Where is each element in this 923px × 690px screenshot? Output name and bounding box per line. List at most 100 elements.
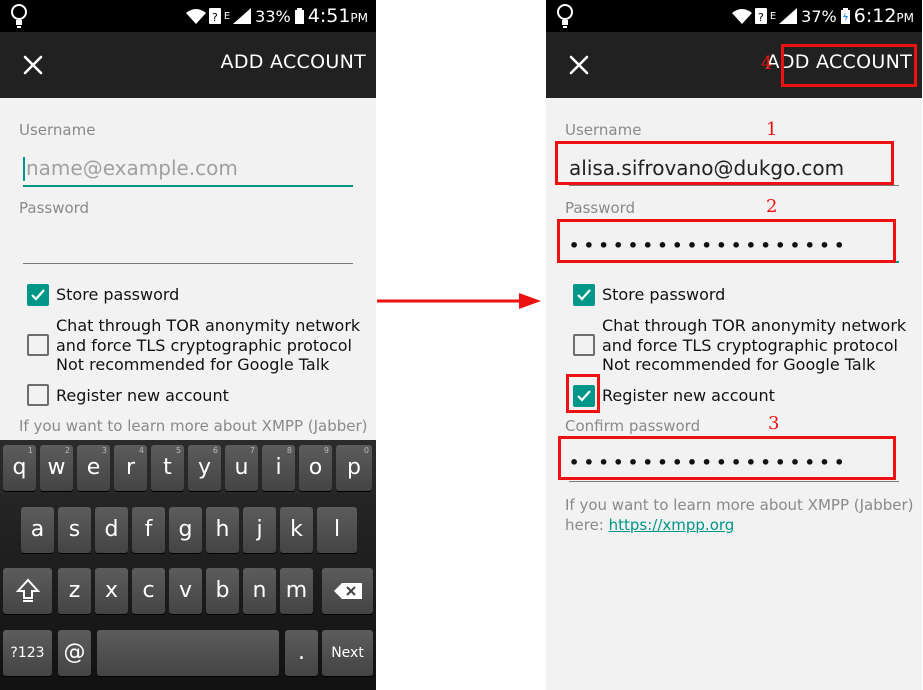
username-label: Username <box>565 121 642 139</box>
key-r[interactable]: r4 <box>114 445 147 491</box>
key-f[interactable]: f <box>132 507 165 553</box>
key-i[interactable]: i8 <box>262 445 295 491</box>
key-m[interactable]: m <box>280 568 313 614</box>
annotation-number-2: 2 <box>766 196 778 217</box>
phone-screen-before: ? E 33% 4:51PM ADD ACCOUNT Username name… <box>0 0 376 690</box>
battery-icon <box>294 8 304 24</box>
key-z[interactable]: z <box>58 568 91 614</box>
close-icon[interactable] <box>20 52 46 78</box>
sim-unknown-icon: ? <box>208 8 221 24</box>
key-q[interactable]: q1 <box>3 445 36 491</box>
key-k[interactable]: k <box>280 507 313 553</box>
wifi-icon <box>731 9 752 24</box>
register-checkbox[interactable] <box>27 384 49 406</box>
next-key[interactable]: Next <box>322 630 373 676</box>
battery-charging-icon <box>840 8 850 24</box>
space-key[interactable] <box>97 630 279 676</box>
annotation-box-confirm <box>558 436 896 480</box>
password-label: Password <box>565 199 636 217</box>
annotation-number-3: 3 <box>768 413 780 434</box>
annotation-box-password <box>557 219 896 263</box>
clock: 6:12PM <box>853 5 914 27</box>
checkmark-icon <box>577 289 591 301</box>
at-key[interactable]: @ <box>58 630 91 676</box>
key-y[interactable]: y6 <box>188 445 221 491</box>
phone-screen-after: ? E 37% 6:12PM ADD ACCOUNT Username alis… <box>546 0 922 690</box>
register-label: Register new account <box>602 386 775 405</box>
shift-key[interactable] <box>3 568 52 614</box>
shift-icon <box>15 578 40 602</box>
register-label: Register new account <box>56 386 229 405</box>
key-w[interactable]: w2 <box>40 445 73 491</box>
xmpp-info-text: If you want to learn more about XMPP (Ja… <box>565 496 914 514</box>
backspace-icon <box>333 583 362 599</box>
tor-label-line2: and force TLS cryptographic protocol <box>56 336 352 355</box>
tor-label-line3: Not recommended for Google Talk <box>602 355 876 374</box>
close-icon[interactable] <box>566 52 592 78</box>
symbols-key[interactable]: ?123 <box>3 630 52 676</box>
soft-keyboard: q1 w2 e3 r4 t5 y6 u7 i8 o9 p0 a s d f g … <box>0 440 376 690</box>
key-l[interactable]: l <box>317 507 357 553</box>
key-b[interactable]: b <box>206 568 239 614</box>
keyboard-row-4: ?123 @ . Next <box>0 630 376 680</box>
key-g[interactable]: g <box>169 507 202 553</box>
key-s[interactable]: s <box>58 507 91 553</box>
annotation-number-1: 1 <box>766 119 778 140</box>
svg-text:?: ? <box>212 11 218 24</box>
password-field[interactable] <box>23 263 353 264</box>
store-password-label: Store password <box>56 285 180 304</box>
signal-icon <box>233 8 252 24</box>
key-j[interactable]: j <box>243 507 276 553</box>
backspace-key[interactable] <box>322 568 373 614</box>
key-x[interactable]: x <box>95 568 128 614</box>
key-t[interactable]: t5 <box>151 445 184 491</box>
username-field[interactable]: name@example.com <box>26 156 238 180</box>
add-account-button[interactable]: ADD ACCOUNT <box>221 51 366 73</box>
period-key[interactable]: . <box>285 630 318 676</box>
arrow-right-icon <box>377 293 541 309</box>
annotation-box-add-account <box>781 44 917 87</box>
store-password-checkbox[interactable] <box>573 284 595 306</box>
xmpp-link[interactable]: https://xmpp.org <box>609 516 735 534</box>
store-password-checkbox[interactable] <box>27 284 49 306</box>
password-label: Password <box>19 199 90 217</box>
confirm-password-underline <box>569 481 899 482</box>
key-n[interactable]: n <box>243 568 276 614</box>
lightbulb-icon <box>557 4 573 28</box>
annotation-box-username <box>555 141 894 185</box>
edge-network-icon: E <box>769 10 777 22</box>
username-underline <box>569 185 899 186</box>
xmpp-info-here: here: <box>565 516 609 534</box>
username-underline <box>23 185 353 187</box>
wifi-icon <box>185 9 206 24</box>
tor-checkbox[interactable] <box>573 334 595 356</box>
xmpp-info-note: If you want to learn more about XMPP (Ja… <box>19 417 368 435</box>
clock: 4:51PM <box>307 5 368 27</box>
svg-text:?: ? <box>758 11 764 24</box>
key-d[interactable]: d <box>95 507 128 553</box>
battery-percent: 37% <box>801 6 837 26</box>
text-cursor <box>23 157 25 181</box>
checkmark-icon <box>31 289 45 301</box>
battery-percent: 33% <box>255 6 291 26</box>
status-bar: ? E 33% 4:51PM <box>0 0 376 32</box>
tor-label-line3: Not recommended for Google Talk <box>56 355 330 374</box>
key-v[interactable]: v <box>169 568 202 614</box>
xmpp-info-note: If you want to learn more about XMPP (Ja… <box>565 495 914 535</box>
tor-label-line1: Chat through TOR anonymity network <box>602 316 907 335</box>
username-label: Username <box>19 121 96 139</box>
confirm-password-label: Confirm password <box>565 417 701 435</box>
key-c[interactable]: c <box>132 568 165 614</box>
status-bar: ? E 37% 6:12PM <box>546 0 922 32</box>
tor-label-line2: and force TLS cryptographic protocol <box>602 336 898 355</box>
key-a[interactable]: a <box>21 507 54 553</box>
tor-checkbox[interactable] <box>27 334 49 356</box>
annotation-box-register <box>566 374 600 413</box>
key-u[interactable]: u7 <box>225 445 258 491</box>
key-h[interactable]: h <box>206 507 239 553</box>
key-e[interactable]: e3 <box>77 445 110 491</box>
key-p[interactable]: p0 <box>336 445 372 491</box>
key-o[interactable]: o9 <box>299 445 332 491</box>
annotation-number-4: 4 <box>761 53 773 74</box>
store-password-label: Store password <box>602 285 726 304</box>
